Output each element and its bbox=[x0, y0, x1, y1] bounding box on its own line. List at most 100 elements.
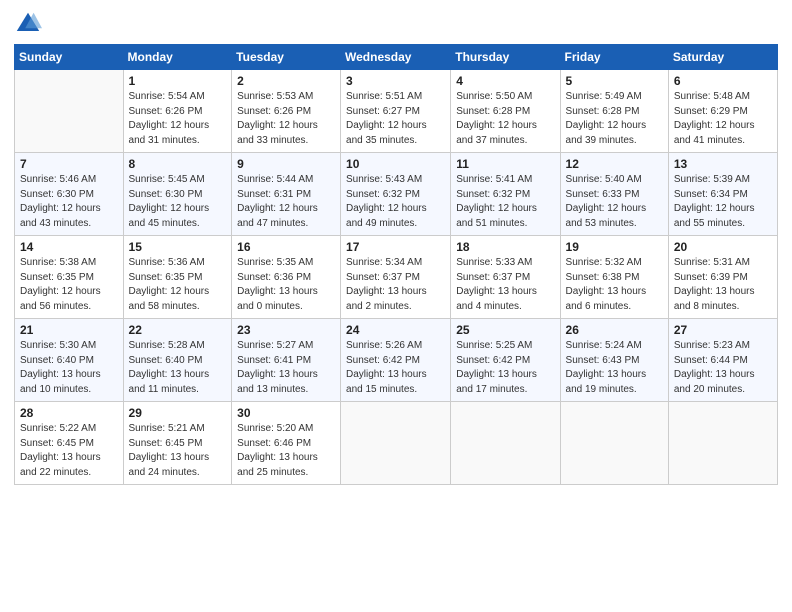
calendar-cell: 5 Sunrise: 5:49 AM Sunset: 6:28 PM Daylig… bbox=[560, 70, 668, 153]
calendar-cell: 9 Sunrise: 5:44 AM Sunset: 6:31 PM Daylig… bbox=[232, 153, 341, 236]
day-header-friday: Friday bbox=[560, 45, 668, 70]
day-detail: Sunrise: 5:53 AM Sunset: 6:26 PM Dayligh… bbox=[237, 90, 335, 148]
day-number: 12 bbox=[566, 157, 663, 171]
calendar-cell: 28Sunrise: 5:22 AM Sunset: 6:45 PM Dayli… bbox=[15, 402, 124, 485]
day-number: 30 bbox=[237, 406, 335, 420]
calendar-cell: 13 Sunrise: 5:39 AM Sunset: 6:34 PM Dayli… bbox=[668, 153, 777, 236]
calendar-cell: 2 Sunrise: 5:53 AM Sunset: 6:26 PM Daylig… bbox=[232, 70, 341, 153]
day-number: 27 bbox=[674, 323, 772, 337]
calendar-cell: 8 Sunrise: 5:45 AM Sunset: 6:30 PM Daylig… bbox=[123, 153, 232, 236]
calendar-cell: 12 Sunrise: 5:40 AM Sunset: 6:33 PM Dayli… bbox=[560, 153, 668, 236]
day-header-wednesday: Wednesday bbox=[341, 45, 451, 70]
calendar-table: SundayMondayTuesdayWednesdayThursdayFrid… bbox=[14, 44, 778, 485]
day-detail: Sunrise: 5:38 AM Sunset: 6:35 PM Dayligh… bbox=[20, 256, 118, 314]
calendar-cell: 6Sunrise: 5:48 AM Sunset: 6:29 PM Daylig… bbox=[668, 70, 777, 153]
calendar-cell: 4Sunrise: 5:50 AM Sunset: 6:28 PM Daylig… bbox=[451, 70, 560, 153]
day-number: 2 bbox=[237, 74, 335, 88]
day-header-sunday: Sunday bbox=[15, 45, 124, 70]
day-number: 29 bbox=[129, 406, 227, 420]
day-detail: Sunrise: 5:22 AM Sunset: 6:45 PM Dayligh… bbox=[20, 422, 118, 480]
day-detail: Sunrise: 5:48 AM Sunset: 6:29 PM Dayligh… bbox=[674, 90, 772, 148]
day-header-monday: Monday bbox=[123, 45, 232, 70]
calendar-week-row: 7 Sunrise: 5:46 AM Sunset: 6:30 PM Daylig… bbox=[15, 153, 778, 236]
day-number: 25 bbox=[456, 323, 554, 337]
calendar-cell: 7 Sunrise: 5:46 AM Sunset: 6:30 PM Daylig… bbox=[15, 153, 124, 236]
calendar-week-row: 1 Sunrise: 5:54 AM Sunset: 6:26 PM Daylig… bbox=[15, 70, 778, 153]
calendar-cell: 26Sunrise: 5:24 AM Sunset: 6:43 PM Dayli… bbox=[560, 319, 668, 402]
day-number: 7 bbox=[20, 157, 118, 171]
calendar-cell: 17 Sunrise: 5:34 AM Sunset: 6:37 PM Dayli… bbox=[341, 236, 451, 319]
day-detail: Sunrise: 5:41 AM Sunset: 6:32 PM Dayligh… bbox=[456, 173, 554, 231]
day-detail: Sunrise: 5:31 AM Sunset: 6:39 PM Dayligh… bbox=[674, 256, 772, 314]
day-number: 10 bbox=[346, 157, 445, 171]
day-number: 8 bbox=[129, 157, 227, 171]
day-header-saturday: Saturday bbox=[668, 45, 777, 70]
day-number: 4 bbox=[456, 74, 554, 88]
header bbox=[14, 10, 778, 38]
day-detail: Sunrise: 5:40 AM Sunset: 6:33 PM Dayligh… bbox=[566, 173, 663, 231]
day-header-thursday: Thursday bbox=[451, 45, 560, 70]
day-detail: Sunrise: 5:54 AM Sunset: 6:26 PM Dayligh… bbox=[129, 90, 227, 148]
day-number: 19 bbox=[566, 240, 663, 254]
day-detail: Sunrise: 5:46 AM Sunset: 6:30 PM Dayligh… bbox=[20, 173, 118, 231]
day-number: 26 bbox=[566, 323, 663, 337]
calendar-header-row: SundayMondayTuesdayWednesdayThursdayFrid… bbox=[15, 45, 778, 70]
calendar-cell: 15 Sunrise: 5:36 AM Sunset: 6:35 PM Dayli… bbox=[123, 236, 232, 319]
day-number: 20 bbox=[674, 240, 772, 254]
calendar-cell: 29Sunrise: 5:21 AM Sunset: 6:45 PM Dayli… bbox=[123, 402, 232, 485]
calendar-cell bbox=[451, 402, 560, 485]
day-detail: Sunrise: 5:34 AM Sunset: 6:37 PM Dayligh… bbox=[346, 256, 445, 314]
calendar-cell: 14Sunrise: 5:38 AM Sunset: 6:35 PM Dayli… bbox=[15, 236, 124, 319]
day-detail: Sunrise: 5:39 AM Sunset: 6:34 PM Dayligh… bbox=[674, 173, 772, 231]
day-detail: Sunrise: 5:23 AM Sunset: 6:44 PM Dayligh… bbox=[674, 339, 772, 397]
calendar-cell bbox=[15, 70, 124, 153]
calendar-cell: 25 Sunrise: 5:25 AM Sunset: 6:42 PM Dayli… bbox=[451, 319, 560, 402]
calendar-week-row: 28Sunrise: 5:22 AM Sunset: 6:45 PM Dayli… bbox=[15, 402, 778, 485]
day-detail: Sunrise: 5:35 AM Sunset: 6:36 PM Dayligh… bbox=[237, 256, 335, 314]
day-detail: Sunrise: 5:51 AM Sunset: 6:27 PM Dayligh… bbox=[346, 90, 445, 148]
page-container: SundayMondayTuesdayWednesdayThursdayFrid… bbox=[0, 0, 792, 495]
logo-icon bbox=[14, 10, 42, 38]
day-number: 3 bbox=[346, 74, 445, 88]
day-detail: Sunrise: 5:33 AM Sunset: 6:37 PM Dayligh… bbox=[456, 256, 554, 314]
calendar-cell: 27 Sunrise: 5:23 AM Sunset: 6:44 PM Dayli… bbox=[668, 319, 777, 402]
day-number: 17 bbox=[346, 240, 445, 254]
calendar-cell: 22Sunrise: 5:28 AM Sunset: 6:40 PM Dayli… bbox=[123, 319, 232, 402]
calendar-cell: 20 Sunrise: 5:31 AM Sunset: 6:39 PM Dayli… bbox=[668, 236, 777, 319]
calendar-cell: 19 Sunrise: 5:32 AM Sunset: 6:38 PM Dayli… bbox=[560, 236, 668, 319]
calendar-cell: 30Sunrise: 5:20 AM Sunset: 6:46 PM Dayli… bbox=[232, 402, 341, 485]
calendar-cell: 10 Sunrise: 5:43 AM Sunset: 6:32 PM Dayli… bbox=[341, 153, 451, 236]
day-number: 15 bbox=[129, 240, 227, 254]
day-number: 9 bbox=[237, 157, 335, 171]
day-detail: Sunrise: 5:43 AM Sunset: 6:32 PM Dayligh… bbox=[346, 173, 445, 231]
calendar-week-row: 21Sunrise: 5:30 AM Sunset: 6:40 PM Dayli… bbox=[15, 319, 778, 402]
calendar-cell: 11 Sunrise: 5:41 AM Sunset: 6:32 PM Dayli… bbox=[451, 153, 560, 236]
day-header-tuesday: Tuesday bbox=[232, 45, 341, 70]
day-detail: Sunrise: 5:49 AM Sunset: 6:28 PM Dayligh… bbox=[566, 90, 663, 148]
calendar-cell bbox=[341, 402, 451, 485]
calendar-cell: 24Sunrise: 5:26 AM Sunset: 6:42 PM Dayli… bbox=[341, 319, 451, 402]
day-detail: Sunrise: 5:26 AM Sunset: 6:42 PM Dayligh… bbox=[346, 339, 445, 397]
calendar-cell bbox=[668, 402, 777, 485]
day-detail: Sunrise: 5:25 AM Sunset: 6:42 PM Dayligh… bbox=[456, 339, 554, 397]
day-detail: Sunrise: 5:36 AM Sunset: 6:35 PM Dayligh… bbox=[129, 256, 227, 314]
calendar-cell bbox=[560, 402, 668, 485]
calendar-cell: 16 Sunrise: 5:35 AM Sunset: 6:36 PM Dayli… bbox=[232, 236, 341, 319]
day-number: 13 bbox=[674, 157, 772, 171]
day-detail: Sunrise: 5:45 AM Sunset: 6:30 PM Dayligh… bbox=[129, 173, 227, 231]
day-detail: Sunrise: 5:44 AM Sunset: 6:31 PM Dayligh… bbox=[237, 173, 335, 231]
day-number: 23 bbox=[237, 323, 335, 337]
calendar-cell: 3 Sunrise: 5:51 AM Sunset: 6:27 PM Daylig… bbox=[341, 70, 451, 153]
calendar-week-row: 14Sunrise: 5:38 AM Sunset: 6:35 PM Dayli… bbox=[15, 236, 778, 319]
day-number: 5 bbox=[566, 74, 663, 88]
day-detail: Sunrise: 5:28 AM Sunset: 6:40 PM Dayligh… bbox=[129, 339, 227, 397]
day-detail: Sunrise: 5:27 AM Sunset: 6:41 PM Dayligh… bbox=[237, 339, 335, 397]
day-number: 21 bbox=[20, 323, 118, 337]
day-detail: Sunrise: 5:32 AM Sunset: 6:38 PM Dayligh… bbox=[566, 256, 663, 314]
day-number: 1 bbox=[129, 74, 227, 88]
day-number: 11 bbox=[456, 157, 554, 171]
calendar-cell: 23 Sunrise: 5:27 AM Sunset: 6:41 PM Dayli… bbox=[232, 319, 341, 402]
calendar-cell: 18Sunrise: 5:33 AM Sunset: 6:37 PM Dayli… bbox=[451, 236, 560, 319]
day-number: 16 bbox=[237, 240, 335, 254]
calendar-cell: 1 Sunrise: 5:54 AM Sunset: 6:26 PM Daylig… bbox=[123, 70, 232, 153]
